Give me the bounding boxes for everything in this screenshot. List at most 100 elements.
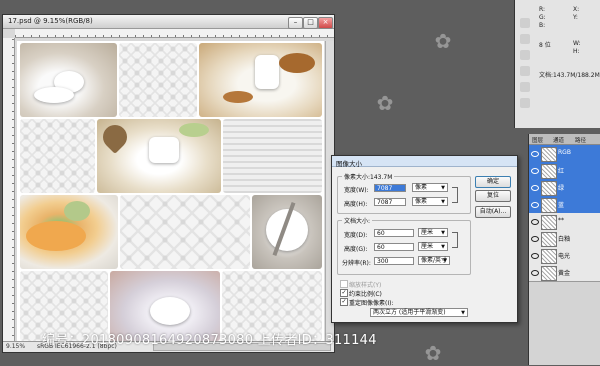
pixel-dimensions-group: 像素大小:143.7M 宽度(W): 7087 像素 ▼ 高度(H): 7087 … (337, 172, 471, 214)
eye-icon[interactable] (531, 253, 539, 259)
vertical-ruler (3, 38, 15, 352)
close-button[interactable]: × (318, 17, 333, 29)
resolution-label: 分辨率(R): (342, 260, 371, 267)
link-bracket-icon (452, 232, 458, 248)
info-bits: 8 位 (539, 42, 551, 49)
minimize-button[interactable]: – (288, 17, 303, 29)
doc-height-input[interactable]: 60 (374, 243, 414, 251)
watermark-text: 编号：20180908164920873080 上传者ID：311144 (42, 333, 377, 348)
doc-height-label: 高度(G): (344, 246, 368, 253)
document-titlebar[interactable]: 17.psd @ 9.15%(RGB/8) – □ × (3, 15, 334, 29)
resolution-input[interactable]: 300 (374, 257, 414, 265)
channel-thumbnail (541, 266, 557, 281)
channel-row-4[interactable]: ** (529, 213, 600, 231)
resample-label: 重定图像像素(I): (349, 300, 394, 307)
info-h: H: (573, 48, 580, 55)
channel-label: 红 (558, 168, 565, 175)
document-size-label: 文档大小: (342, 216, 373, 225)
constrain-label: 约束比例(C) (349, 291, 382, 298)
image-size-dialog: 图像大小 像素大小:143.7M 宽度(W): 7087 像素 ▼ 高度(H): … (331, 155, 518, 323)
dock-brush-icon[interactable] (520, 50, 530, 60)
doc-height-unit-select[interactable]: 厘米 ▼ (418, 242, 448, 251)
channel-thumbnail (541, 147, 557, 162)
image-canvas[interactable] (17, 41, 324, 341)
pixel-width-input[interactable]: 7087 (374, 184, 406, 192)
height-label: 高度(H): (344, 201, 368, 208)
resolution-unit-select[interactable]: 像素/英寸 ▼ (418, 256, 450, 265)
chevron-down-icon: ▼ (441, 185, 445, 191)
channel-thumbnail (541, 232, 557, 247)
tile-damask-pattern (119, 43, 197, 117)
channel-row-electro[interactable]: 电光 (529, 247, 600, 265)
eye-icon[interactable] (531, 151, 539, 157)
dialog-title: 图像大小 (336, 160, 362, 168)
scale-styles-checkbox[interactable] (340, 280, 348, 288)
info-doc-size: 文档:143.7M/188.2M (539, 72, 600, 79)
maximize-button[interactable]: □ (303, 17, 318, 29)
link-bracket-icon (452, 187, 458, 203)
doc-width-unit-select[interactable]: 厘米 ▼ (418, 228, 448, 237)
chevron-down-icon: ▼ (441, 199, 445, 205)
pixel-height-input[interactable]: 7087 (374, 198, 406, 206)
width-label: 宽度(W): (344, 187, 369, 194)
channel-label: 白釉 (558, 236, 571, 243)
pixel-dimensions-label: 像素大小:143.7M (342, 172, 395, 181)
tab-layers[interactable]: 图层 (532, 136, 543, 144)
pixel-height-unit-select[interactable]: 像素 ▼ (412, 197, 448, 206)
channel-row-rgb[interactable]: RGB (529, 145, 600, 163)
info-b: B: (539, 22, 546, 29)
eye-icon[interactable] (531, 202, 539, 208)
dock-swatches-icon[interactable] (520, 98, 530, 108)
tile-melon-grapes-photo (20, 195, 118, 269)
resample-checkbox[interactable]: ✓ (340, 298, 348, 306)
panel-tabs: 图层 通道 路径 (529, 134, 600, 145)
channel-thumbnail (541, 198, 557, 213)
watermark-logo-icon: ✿ (424, 341, 442, 365)
channel-label: 电光 (558, 253, 571, 260)
reset-button[interactable]: 复位 (475, 190, 511, 202)
dock-actions-icon[interactable] (520, 34, 530, 44)
channel-label: RGB (558, 149, 571, 156)
channel-row-white-glaze[interactable]: 白釉 (529, 230, 600, 248)
tile-cutlery-photo (252, 195, 322, 269)
dock-character-icon[interactable] (520, 66, 530, 76)
eye-icon[interactable] (531, 168, 539, 174)
channel-row-gold[interactable]: 黄金 (529, 264, 600, 282)
tab-channels[interactable]: 通道 (553, 136, 564, 144)
chevron-down-icon: ▼ (441, 244, 445, 250)
auto-button[interactable]: 自动(A)... (475, 206, 511, 218)
doc-width-input[interactable]: 60 (374, 229, 414, 237)
tile-text-pattern (223, 119, 322, 193)
channel-row-red[interactable]: 红 (529, 162, 600, 180)
chevron-down-icon: ▼ (443, 258, 447, 264)
watermark-logo-icon: ✿ (376, 91, 394, 115)
channel-row-green[interactable]: 绿 (529, 179, 600, 197)
tile-milk-almond-photo (199, 43, 322, 117)
info-g: G: (539, 14, 546, 21)
eye-icon[interactable] (531, 219, 539, 225)
tab-paths[interactable]: 路径 (575, 136, 586, 144)
document-title: 17.psd @ 9.15%(RGB/8) (8, 17, 93, 25)
pixel-width-unit-select[interactable]: 像素 ▼ (412, 183, 448, 192)
resample-method-select[interactable]: 两次立方 (适用于平滑渐变) ▼ (370, 308, 468, 317)
channel-thumbnail (541, 249, 557, 264)
constrain-proportions-checkbox[interactable]: ✓ (340, 289, 348, 297)
ok-button[interactable]: 确定 (475, 176, 511, 188)
chevron-down-icon: ▼ (461, 310, 465, 316)
horizontal-ruler (15, 29, 334, 38)
watermark-logo-icon: ✿ (434, 29, 452, 53)
eye-icon[interactable] (531, 236, 539, 242)
doc-width-label: 宽度(D): (344, 232, 368, 239)
chevron-down-icon: ▼ (441, 230, 445, 236)
tile-damask-pattern-2 (20, 119, 95, 193)
dialog-titlebar[interactable]: 图像大小 (332, 156, 517, 168)
channel-row-blue[interactable]: 蓝 (529, 196, 600, 214)
info-y: Y: (573, 14, 578, 21)
eye-icon[interactable] (531, 185, 539, 191)
dock-history-icon[interactable] (520, 18, 530, 28)
channels-panel: 图层 通道 路径 RGB 红 绿 蓝 ** 白釉 电光 黄金 (528, 134, 600, 365)
tile-damask-large (120, 195, 250, 269)
eye-icon[interactable] (531, 270, 539, 276)
channel-thumbnail (541, 181, 557, 196)
dock-paragraph-icon[interactable] (520, 82, 530, 92)
